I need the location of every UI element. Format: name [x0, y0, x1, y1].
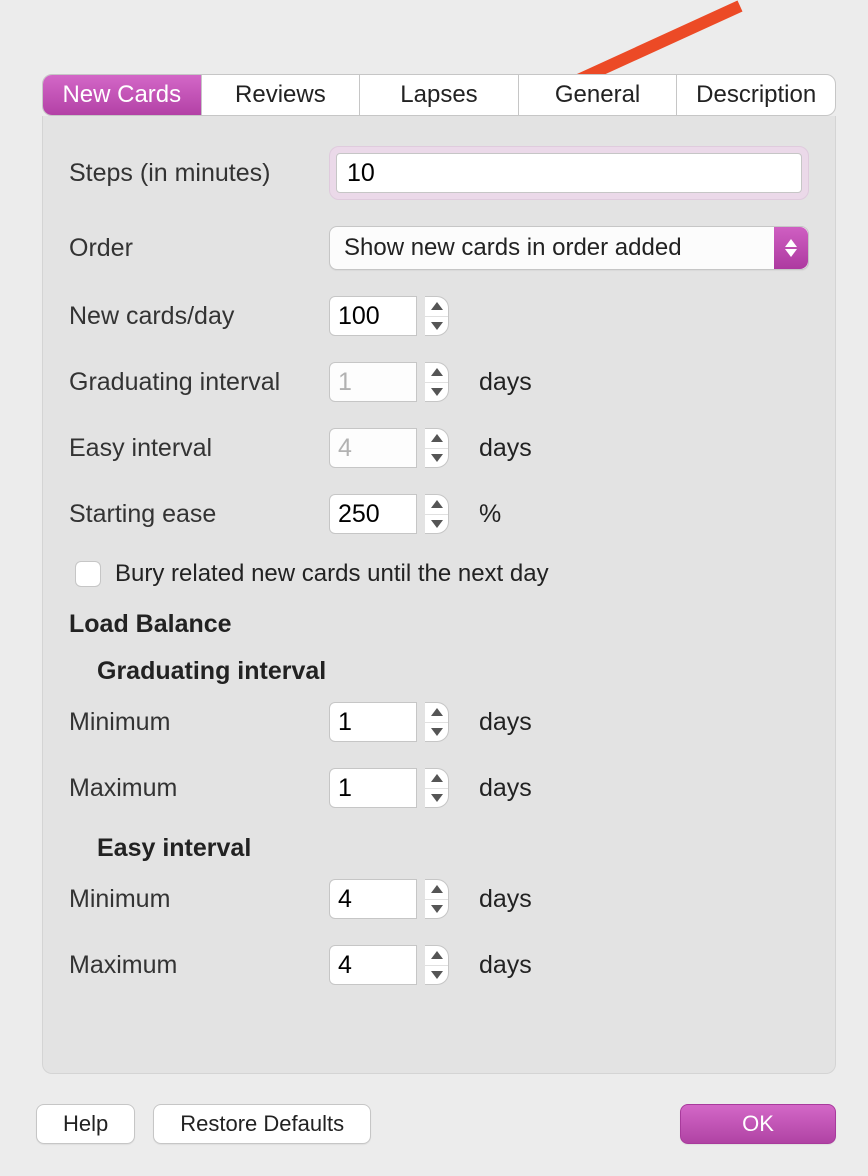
lb-easy-max-label: Maximum [69, 951, 329, 980]
footer-buttons: Help Restore Defaults OK [36, 1102, 836, 1146]
deck-options-window: New Cards Reviews Lapses General Descrip… [0, 0, 868, 1176]
lb-grad-min-stepper[interactable] [425, 702, 449, 742]
starting-ease-input[interactable] [329, 494, 417, 534]
lb-easy-min-label: Minimum [69, 885, 329, 914]
load-balance-heading: Load Balance [69, 610, 809, 639]
easy-interval-stepper [425, 428, 449, 468]
easy-interval-unit: days [479, 434, 532, 463]
tab-new-cards[interactable]: New Cards [43, 75, 202, 115]
lb-easy-min-input[interactable] [329, 879, 417, 919]
grad-interval-label: Graduating interval [69, 368, 329, 397]
steps-focus-ring [329, 146, 809, 200]
lb-easy-max-unit: days [479, 951, 532, 980]
lb-easy-max-input[interactable] [329, 945, 417, 985]
help-button[interactable]: Help [36, 1104, 135, 1144]
restore-defaults-button[interactable]: Restore Defaults [153, 1104, 371, 1144]
per-day-stepper[interactable] [425, 296, 449, 336]
easy-interval-label: Easy interval [69, 434, 329, 463]
order-label: Order [69, 234, 329, 263]
lb-grad-max-stepper[interactable] [425, 768, 449, 808]
tab-reviews[interactable]: Reviews [202, 75, 361, 115]
starting-ease-unit: % [479, 500, 501, 529]
grad-interval-stepper [425, 362, 449, 402]
lb-grad-max-label: Maximum [69, 774, 329, 803]
tab-bar: New Cards Reviews Lapses General Descrip… [42, 74, 836, 116]
starting-ease-stepper[interactable] [425, 494, 449, 534]
lb-easy-min-stepper[interactable] [425, 879, 449, 919]
tab-lapses[interactable]: Lapses [360, 75, 519, 115]
grad-interval-unit: days [479, 368, 532, 397]
tab-description[interactable]: Description [677, 75, 835, 115]
lb-grad-min-unit: days [479, 708, 532, 737]
lb-grad-max-unit: days [479, 774, 532, 803]
steps-label: Steps (in minutes) [69, 159, 329, 188]
easy-interval-input [329, 428, 417, 468]
ok-button[interactable]: OK [680, 1104, 836, 1144]
lb-easy-min-unit: days [479, 885, 532, 914]
new-cards-panel: Steps (in minutes) Order Show new cards … [42, 116, 836, 1074]
per-day-input[interactable] [329, 296, 417, 336]
tab-general[interactable]: General [519, 75, 678, 115]
per-day-label: New cards/day [69, 302, 329, 331]
order-select-button[interactable] [774, 227, 808, 269]
lb-grad-min-label: Minimum [69, 708, 329, 737]
bury-label: Bury related new cards until the next da… [115, 560, 549, 588]
starting-ease-label: Starting ease [69, 500, 329, 529]
order-select[interactable]: Show new cards in order added [329, 226, 809, 270]
grad-interval-input [329, 362, 417, 402]
steps-input[interactable] [336, 153, 802, 193]
lb-easy-max-stepper[interactable] [425, 945, 449, 985]
lb-grad-max-input[interactable] [329, 768, 417, 808]
lb-grad-heading: Graduating interval [97, 657, 809, 686]
lb-grad-min-input[interactable] [329, 702, 417, 742]
bury-checkbox[interactable] [75, 561, 101, 587]
order-select-value: Show new cards in order added [344, 234, 682, 262]
lb-easy-heading: Easy interval [97, 834, 809, 863]
